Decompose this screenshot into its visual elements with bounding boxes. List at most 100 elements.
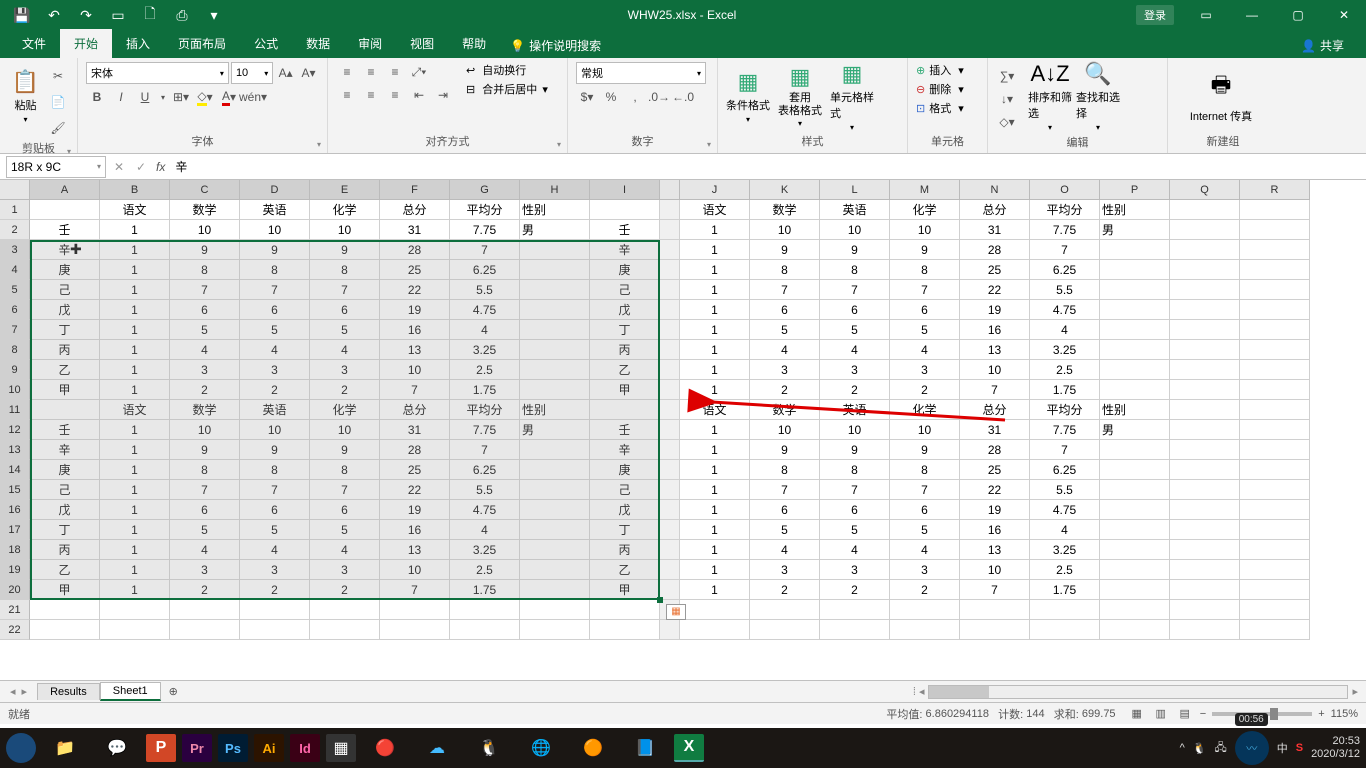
tray-qq-icon[interactable]: 🐧 [1193,742,1207,755]
tb-browser-icon[interactable] [6,733,36,763]
login-button[interactable]: 登录 [1136,5,1174,25]
close-button[interactable]: ✕ [1322,0,1366,30]
ribbon-display-icon[interactable]: ▭ [1184,0,1228,30]
tb-indesign-icon[interactable]: Id [290,734,320,762]
font-name-combo[interactable]: 宋体▾ [86,62,229,84]
selection-handle[interactable] [657,597,663,603]
increase-indent-icon[interactable]: ⇥ [432,85,454,105]
quick-analysis-icon[interactable]: ▦ [666,604,686,620]
underline-dropdown-icon[interactable]: ▾ [158,87,168,107]
align-top-icon[interactable]: ≡ [336,62,358,82]
row-headers[interactable]: 12345678910111213141516171819202122 [0,200,30,640]
decrease-font-icon[interactable]: A▾ [298,63,319,83]
qat-open-icon[interactable]: 🗋 [136,1,164,29]
minimize-button[interactable]: — [1230,0,1274,30]
phonetic-button[interactable]: wén▾ [242,87,264,107]
sheet-nav-last-icon[interactable]: ▸ [22,685,28,698]
tb-wechat-icon[interactable]: 💬 [94,732,140,764]
formula-input[interactable]: 辛 [169,158,1366,175]
fill-icon[interactable]: ↓▾ [996,89,1018,109]
fx-icon[interactable]: fx [152,160,169,174]
tb-explorer-icon[interactable]: 📁 [42,732,88,764]
zoom-out-icon[interactable]: − [1200,708,1206,720]
table-format-button[interactable]: ▦套用 表格格式▾ [778,62,822,130]
cells-delete-button[interactable]: ⊖删除 ▾ [916,81,964,97]
tray-sogou-icon[interactable]: S [1296,742,1303,754]
qat-more-icon[interactable]: ▾ [200,1,228,29]
enter-formula-icon[interactable]: ✓ [130,156,152,178]
fill-color-button[interactable]: ◇▾ [194,87,216,107]
cell-styles-button[interactable]: ▦单元格样式▾ [830,62,874,130]
align-center-icon[interactable]: ≡ [360,85,382,105]
decrease-decimal-icon[interactable]: ←.0 [672,87,694,107]
decrease-indent-icon[interactable]: ⇤ [408,85,430,105]
comma-icon[interactable]: , [624,87,646,107]
clear-icon[interactable]: ◇▾ [996,112,1018,132]
tab-file[interactable]: 文件 [8,29,60,58]
tray-expand-icon[interactable]: ^ [1180,742,1185,754]
cancel-formula-icon[interactable]: ✕ [108,156,130,178]
increase-decimal-icon[interactable]: .0→ [648,87,670,107]
italic-button[interactable]: I [110,87,132,107]
tab-review[interactable]: 审阅 [344,29,396,58]
qat-print-icon[interactable]: ⎙ [168,1,196,29]
tb-app1-icon[interactable]: ▦ [326,734,356,762]
tb-app3-icon[interactable]: ☁ [414,732,460,764]
tb-excel-icon[interactable]: X [674,734,704,762]
qat-new-icon[interactable]: ▭ [104,1,132,29]
increase-font-icon[interactable]: A▴ [275,63,296,83]
view-break-icon[interactable]: ▤ [1173,705,1197,723]
tray-circle-icon[interactable]: 〰 [1235,731,1269,765]
share-button[interactable]: 👤 共享 [1291,33,1354,58]
conditional-format-button[interactable]: ▦条件格式▾ [726,62,770,130]
zoom-in-icon[interactable]: + [1318,708,1324,720]
format-painter-icon[interactable]: 🖌 [47,118,69,138]
tab-home[interactable]: 开始 [60,29,112,58]
zoom-level[interactable]: 115% [1331,708,1358,720]
font-color-button[interactable]: A▾ [218,87,240,107]
underline-button[interactable]: U [134,87,156,107]
spreadsheet-grid[interactable]: ABCDEFGHIJKLMNOPQR 123456789101112131415… [0,180,1366,680]
sort-filter-button[interactable]: A↓Z排序和筛选▾ [1028,62,1072,130]
tb-powerpoint-icon[interactable]: P [146,734,176,762]
orientation-icon[interactable]: ⤢▾ [408,62,430,82]
tab-data[interactable]: 数据 [292,29,344,58]
view-normal-icon[interactable]: ▦ [1125,705,1149,723]
qat-redo-icon[interactable]: ↷ [72,1,100,29]
tb-premiere-icon[interactable]: Pr [182,734,212,762]
select-all-corner[interactable] [0,180,30,200]
number-format-combo[interactable]: 常规▾ [576,62,706,84]
tab-layout[interactable]: 页面布局 [164,29,240,58]
qat-save-icon[interactable]: 💾 [8,1,36,29]
paste-button[interactable]: 📋 粘贴 ▾ [8,62,43,130]
align-bottom-icon[interactable]: ≡ [384,62,406,82]
sheet-nav-first-icon[interactable]: ◂ [10,685,16,698]
wrap-text-button[interactable]: ↩ 自动换行 [466,62,548,78]
tab-formula[interactable]: 公式 [240,29,292,58]
maximize-button[interactable]: ▢ [1276,0,1320,30]
merge-center-button[interactable]: ⊟ 合并后居中 ▾ [466,81,548,97]
tray-net-icon[interactable]: 🖧 [1214,739,1226,758]
sheet-tab-results[interactable]: Results [37,683,100,700]
tb-photoshop-icon[interactable]: Ps [218,734,248,762]
tell-me-search[interactable]: 💡 操作说明搜索 [500,33,611,58]
align-middle-icon[interactable]: ≡ [360,62,382,82]
percent-icon[interactable]: % [600,87,622,107]
tb-app2-icon[interactable]: 🔴 [362,732,408,764]
sheet-tab-sheet1[interactable]: Sheet1 [100,682,161,701]
find-select-button[interactable]: 🔍查找和选择▾ [1076,62,1120,130]
horizontal-scrollbar[interactable] [928,685,1348,699]
cut-icon[interactable]: ✂ [47,66,69,86]
align-right-icon[interactable]: ≡ [384,85,406,105]
qat-undo-icon[interactable]: ↶ [40,1,68,29]
tab-help[interactable]: 帮助 [448,29,500,58]
font-size-combo[interactable]: 10▾ [231,62,273,84]
tab-insert[interactable]: 插入 [112,29,164,58]
copy-icon[interactable]: 📄 [47,92,69,112]
autosum-icon[interactable]: ∑▾ [996,66,1018,86]
tray-clock[interactable]: 20:53 2020/3/12 [1311,735,1360,761]
tb-app4-icon[interactable]: 🟠 [570,732,616,764]
name-box[interactable]: 18R x 9C▾ [6,156,106,178]
view-page-icon[interactable]: ▥ [1149,705,1173,723]
tb-illustrator-icon[interactable]: Ai [254,734,284,762]
